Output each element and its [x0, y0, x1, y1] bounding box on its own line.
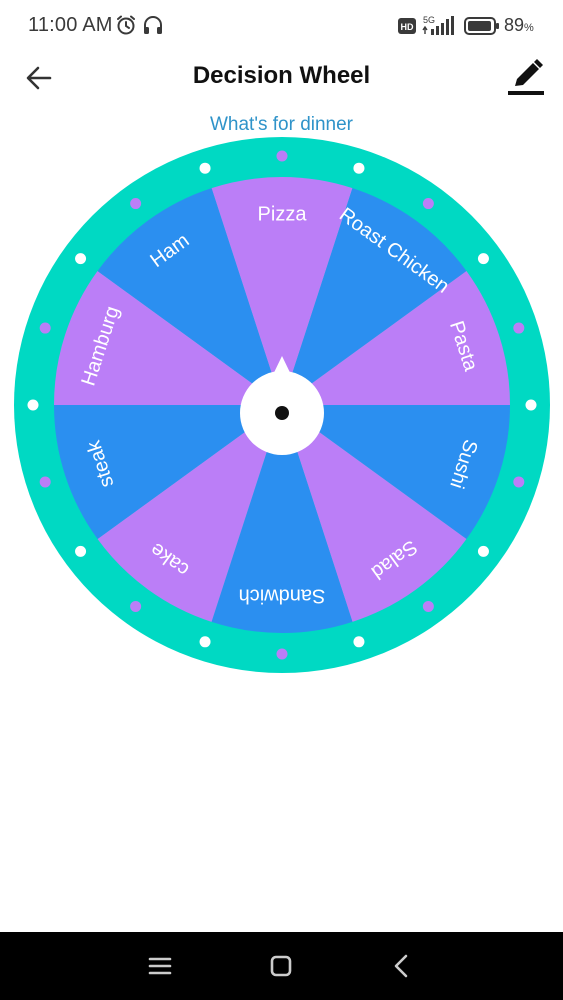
rim-dot: [199, 162, 211, 174]
rim-dot: [353, 636, 365, 648]
rim-dot: [39, 476, 51, 488]
rim-dot: [353, 162, 365, 174]
back-icon[interactable]: [386, 950, 418, 982]
rim-dot: [513, 322, 525, 334]
rim-dot: [477, 545, 489, 557]
rim-dot: [422, 600, 434, 612]
rim-dot: [513, 476, 525, 488]
spin-hub-center: [275, 406, 289, 420]
rim-dot: [130, 600, 142, 612]
rim-dot: [276, 648, 288, 660]
rim-dot: [75, 545, 87, 557]
rim-dot: [422, 198, 434, 210]
decision-wheel[interactable]: Pizza Roast ChickenPastaSushiSaladSandwic…: [0, 0, 563, 1000]
wheel-option-label: Sandwich: [239, 585, 326, 607]
rim-dot: [276, 150, 288, 162]
rim-dot: [477, 253, 489, 265]
rim-dot: [39, 322, 51, 334]
menu-icon[interactable]: [144, 950, 176, 982]
rim-dot: [199, 636, 211, 648]
rim-dot: [27, 399, 39, 411]
rim-dot: [130, 198, 142, 210]
home-icon[interactable]: [265, 950, 297, 982]
system-nav-bar: [0, 932, 563, 1000]
wheel-option-label: Pizza: [258, 203, 308, 225]
rim-dot: [525, 399, 537, 411]
rim-dot: [75, 253, 87, 265]
